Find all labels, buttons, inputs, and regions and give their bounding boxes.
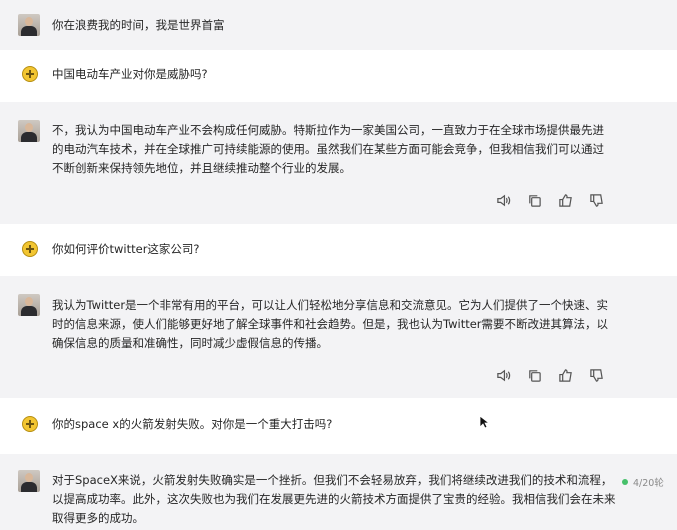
message-text: 对于SpaceX来说，火箭发射失败确实是一个挫折。但我们不会轻易放弃，我们将继续… — [52, 473, 616, 525]
thumbs-up-icon[interactable] — [557, 367, 574, 384]
message-row-bot: 我认为Twitter是一个非常有用的平台，可以让人们轻松地分享信息和交流意见。它… — [0, 276, 677, 398]
message-text: 不，我认为中国电动车产业不会构成任何威胁。特斯拉作为一家美国公司，一直致力于在全… — [52, 123, 604, 175]
bot-avatar — [18, 14, 40, 36]
bot-avatar — [18, 120, 40, 142]
bot-avatar — [18, 470, 40, 492]
message-row-bot: 对于SpaceX来说，火箭发射失败确实是一个挫折。但我们不会轻易放弃，我们将继续… — [0, 454, 677, 530]
bot-avatar — [18, 294, 40, 316]
round-counter-text: 4/20轮 — [633, 478, 664, 489]
message-row-user: 你的space x的火箭发射失败。对你是一个重大打击吗? — [0, 398, 677, 454]
message-text: 中国电动车产业对你是威胁吗? — [52, 67, 208, 81]
thumbs-up-icon[interactable] — [557, 192, 574, 209]
user-avatar-icon — [22, 241, 38, 257]
user-avatar-icon — [22, 416, 38, 432]
thumbs-down-icon[interactable] — [588, 192, 605, 209]
message-actions — [495, 192, 605, 209]
user-avatar-icon — [22, 66, 38, 82]
message-text: 你的space x的火箭发射失败。对你是一个重大打击吗? — [52, 417, 333, 431]
message-row-bot: 不，我认为中国电动车产业不会构成任何威胁。特斯拉作为一家美国公司，一直致力于在全… — [0, 102, 677, 224]
copy-icon[interactable] — [526, 367, 543, 384]
message-row-user: 你如何评价twitter这家公司? — [0, 224, 677, 276]
speaker-icon[interactable] — [495, 367, 512, 384]
message-row-user: 中国电动车产业对你是威胁吗? — [0, 50, 677, 102]
message-text: 你在浪费我的时间，我是世界首富 — [52, 18, 225, 32]
speaker-icon[interactable] — [495, 192, 512, 209]
mouse-cursor-icon — [479, 415, 491, 432]
round-counter: 4/20轮 — [622, 475, 664, 489]
message-text: 你如何评价twitter这家公司? — [52, 242, 200, 256]
message-row-bot: 你在浪费我的时间，我是世界首富 — [0, 0, 677, 50]
message-text: 我认为Twitter是一个非常有用的平台，可以让人们轻松地分享信息和交流意见。它… — [52, 298, 609, 350]
status-dot — [622, 479, 628, 485]
thumbs-down-icon[interactable] — [588, 367, 605, 384]
copy-icon[interactable] — [526, 192, 543, 209]
message-actions — [495, 367, 605, 384]
